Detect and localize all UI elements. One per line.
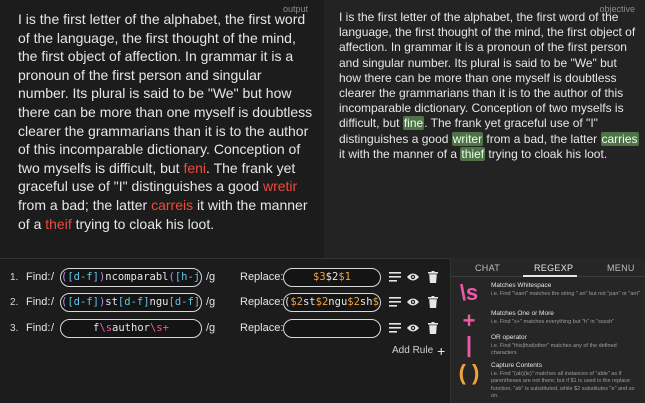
replace-label: Replace: (240, 322, 284, 334)
plus-icon: + (437, 342, 446, 359)
output-error-word: carreis (151, 196, 194, 213)
replace-token: $1 (372, 296, 380, 308)
find-label: Find: (26, 296, 51, 308)
find-token: [h-j] (174, 271, 201, 283)
list-icon[interactable] (388, 270, 402, 284)
trash-icon[interactable] (426, 295, 440, 309)
rules-panel: 1.Find:/([d-f])ncomparabl([h-j])/gReplac… (0, 258, 450, 403)
objective-highlight-word: writer (451, 131, 484, 146)
rule-row: 1. Find:/ ([d-f])ncomparabl([h-j]) /g Replac… (0, 267, 450, 289)
trash-icon[interactable] (426, 321, 440, 335)
reference-title: Matches One or More (491, 310, 554, 317)
reference-title: Matches Whitespace (491, 282, 552, 289)
objective-highlight-word: fine (402, 116, 425, 131)
or-symbol: | (465, 332, 473, 357)
find-token: [d-f] (168, 296, 201, 308)
output-segment: I is the first letter of the alphabet, t… (18, 11, 313, 176)
find-token: ncomparabl (105, 271, 169, 283)
rule-number: 2. (10, 297, 19, 308)
add-rule-button[interactable]: Add Rule + (392, 342, 446, 359)
replace-input[interactable]: $3$2$1 (283, 268, 381, 287)
replace-input[interactable]: ($2st$2ngu$2sh$1 (283, 293, 381, 312)
regex-flags: /g (206, 271, 216, 283)
regex-flags: /g (206, 322, 216, 334)
output-text: I is the first letter of the alphabet, t… (18, 10, 314, 233)
plus-symbol: + (462, 308, 476, 333)
trash-icon[interactable] (426, 270, 440, 284)
reference-description: i.e. Find "this|that|other" matches any … (491, 343, 617, 357)
rule-actions (388, 321, 442, 337)
find-label: Find: (26, 271, 51, 283)
regex-flags: /g (206, 296, 216, 308)
output-pane: output I is the first letter of the alph… (0, 0, 318, 258)
tab-regexp[interactable]: REGEXP (534, 263, 573, 273)
reference-description: i.e. Find "(ab)(le)" matches all instanc… (491, 371, 635, 400)
objective-segment: trying to cloak his loot. (485, 146, 608, 161)
reference-panel: CHAT REGEXP MENU \s Matches Whitespace i.e… (450, 258, 645, 403)
find-token: \s+ (149, 322, 169, 334)
parentheses-symbol: ( ) (458, 360, 480, 385)
rule-number: 3. (10, 323, 19, 334)
objective-pane: objective I is the first letter of the a… (324, 0, 645, 258)
find-token: ngu (149, 296, 169, 308)
output-error-word: theif (45, 215, 72, 232)
reference-description: i.e. Find "\sant" matches the string " a… (491, 291, 640, 297)
rule-actions (388, 270, 442, 286)
output-error-word: wretir (262, 178, 298, 195)
find-token: [d-f] (117, 296, 150, 308)
rule-row: 2. Find:/ ([d-f])st[d-f]ngu[d-f]sh[d-f]([h… (0, 292, 450, 314)
eye-icon[interactable] (406, 270, 420, 284)
objective-highlight-word: thief (460, 146, 486, 161)
replace-token: $2 (347, 296, 360, 308)
find-input[interactable]: ([d-f])ncomparabl([h-j]) (60, 268, 202, 287)
tab-menu[interactable]: MENU (607, 263, 635, 273)
add-rule-label: Add Rule (392, 345, 434, 356)
regex-open-slash: / (51, 271, 55, 283)
replace-token: st (302, 296, 316, 308)
output-segment: trying to cloak his loot. (71, 215, 215, 232)
objective-segment: it with the manner of a (339, 146, 461, 161)
replace-token: $2 (315, 296, 329, 308)
find-input[interactable]: f\sauthor\s+ (60, 319, 202, 338)
output-error-word: feni (183, 159, 207, 176)
eye-icon[interactable] (406, 321, 420, 335)
whitespace-symbol: \s (459, 280, 479, 305)
replace-token: sh (359, 296, 373, 308)
find-token: sh (200, 296, 201, 308)
objective-text: I is the first letter of the alphabet, t… (339, 10, 639, 162)
regex-open-slash: / (51, 296, 55, 308)
find-token: \s (99, 322, 113, 334)
tab-chat[interactable]: CHAT (475, 263, 500, 273)
list-icon[interactable] (388, 295, 402, 309)
rule-actions (388, 295, 442, 311)
rule-number: 1. (10, 272, 19, 283)
eye-icon[interactable] (406, 295, 420, 309)
objective-segment: I is the first letter of the alphabet, t… (339, 10, 636, 131)
replace-token: ngu (328, 296, 348, 308)
find-input[interactable]: ([d-f])st[d-f]ngu[d-f]sh[d-f]([h-j]) (60, 293, 202, 312)
regex-open-slash: / (51, 322, 55, 334)
replace-token: $3 (313, 271, 326, 283)
objective-highlight-word: carries (600, 131, 639, 146)
replace-token: $2 (325, 271, 339, 283)
find-token: st (105, 296, 118, 308)
replace-label: Replace: (240, 271, 284, 283)
find-label: Find: (26, 322, 51, 334)
active-tab-indicator (523, 275, 577, 277)
reference-title: OR operator (491, 334, 527, 341)
list-icon[interactable] (388, 321, 402, 335)
replace-input[interactable] (283, 319, 381, 338)
find-token: [d-f] (67, 296, 99, 308)
objective-segment: from a bad, the latter (483, 131, 601, 146)
output-segment: from a bad; the latter (18, 196, 152, 213)
find-token: author (112, 322, 150, 334)
replace-token: $2 (290, 296, 303, 308)
replace-token: $1 (338, 271, 351, 283)
reference-title: Capture Contents (491, 362, 542, 369)
reference-description: i.e. Find "s+" matches everything but "h… (491, 319, 615, 325)
reference-tabs: CHAT REGEXP MENU (451, 258, 645, 277)
rule-row: 3. Find: / f\sauthor\s+ /g Replace: (0, 318, 450, 340)
find-token: [d-f] (67, 271, 99, 283)
replace-label: Replace: (240, 296, 284, 308)
